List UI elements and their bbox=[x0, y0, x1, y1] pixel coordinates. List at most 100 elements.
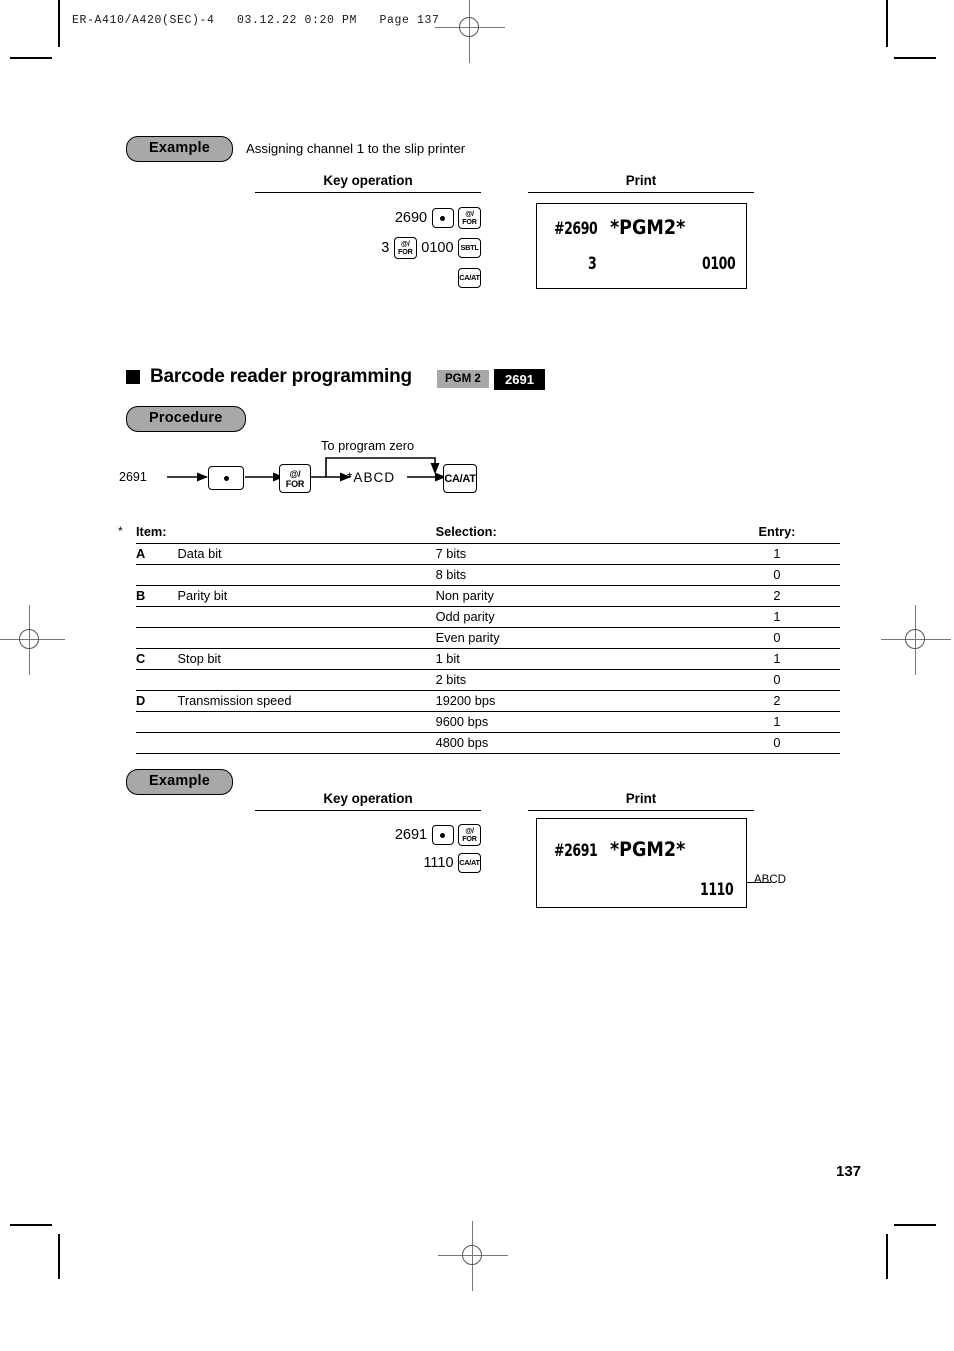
flow-start-code: 2691 bbox=[119, 470, 147, 484]
row-item: Parity bit bbox=[177, 588, 228, 603]
example2-receipt-code: #2691 bbox=[554, 841, 598, 861]
row-entry: 0 bbox=[773, 735, 781, 750]
selection-table: Item: Selection: Entry: A Data bit 7 bit… bbox=[136, 522, 840, 754]
section-title: Barcode reader programming bbox=[150, 366, 412, 387]
registration-mark-bottom bbox=[438, 1221, 508, 1291]
procedure-flow-diagram: To program zero 2691 @/FOR *ABCD CA/AT bbox=[115, 436, 495, 502]
at-for-key-icon[interactable]: @/FOR bbox=[393, 237, 417, 260]
example1-receipt-value-left: 3 bbox=[588, 254, 597, 274]
ca-at-key-icon[interactable]: CA/AT bbox=[458, 268, 481, 289]
sbtl-key-icon[interactable]: SBTL bbox=[458, 238, 481, 259]
example1-print-header: Print bbox=[528, 173, 754, 193]
row-selection: 1 bit bbox=[435, 651, 460, 666]
badge-program-code: 2691 bbox=[494, 369, 545, 390]
table-row: Even parity 0 bbox=[136, 628, 840, 649]
crop-mark-top-left-horizontal bbox=[10, 57, 52, 59]
badge-pgm2: PGM 2 bbox=[437, 370, 489, 388]
example2-entry-1110: 1110 bbox=[423, 855, 454, 872]
row-letter: C bbox=[136, 651, 146, 666]
row-selection: Odd parity bbox=[435, 609, 495, 624]
example1-print-receipt: #2690 *PGM2* 3 0100 bbox=[536, 203, 747, 289]
example2-entry-2691: 2691 bbox=[394, 827, 428, 843]
procedure-badge-label: Procedure bbox=[126, 406, 246, 432]
example2-key-row-1: 2691 @/FOR bbox=[255, 821, 481, 849]
row-selection: 8 bits bbox=[435, 567, 467, 582]
crop-mark-bottom-right-vertical bbox=[886, 1234, 888, 1279]
row-selection: 9600 bps bbox=[435, 714, 489, 729]
example2-key-operation-header: Key operation bbox=[255, 791, 481, 811]
row-entry: 0 bbox=[773, 567, 781, 582]
ca-at-key-label: CA/AT bbox=[444, 472, 476, 485]
example1-entry-0100: 0100 bbox=[421, 240, 454, 257]
table-header-item-spacer bbox=[178, 522, 432, 544]
table-row: B Parity bit Non parity 2 bbox=[136, 586, 840, 607]
row-item bbox=[178, 607, 432, 628]
table-row: A Data bit 7 bits 1 bbox=[136, 544, 840, 565]
row-item bbox=[178, 565, 432, 586]
example2-receipt-value: 1110 bbox=[700, 880, 734, 900]
row-letter bbox=[136, 670, 178, 691]
table-header-entry: Entry: bbox=[758, 524, 796, 539]
at-for-key-icon[interactable]: @/FOR bbox=[458, 824, 481, 846]
row-selection: 2 bits bbox=[435, 672, 467, 687]
table-row: 9600 bps 1 bbox=[136, 712, 840, 733]
example1-badge-label: Example bbox=[126, 136, 234, 162]
row-selection: 4800 bps bbox=[435, 735, 489, 750]
document-page: ER-A410/A420(SEC)-4 03.12.22 0:20 PM Pag… bbox=[0, 0, 954, 1351]
section-bullet-icon bbox=[126, 370, 140, 384]
table-row: 2 bits 0 bbox=[136, 670, 840, 691]
example2-print-header: Print bbox=[528, 791, 754, 811]
example1-key-operation-header: Key operation bbox=[255, 173, 481, 193]
ca-at-key-icon[interactable]: CA/AT bbox=[443, 464, 477, 493]
example2-badge-label: Example bbox=[126, 769, 234, 795]
table-row: 8 bits 0 bbox=[136, 565, 840, 586]
row-entry: 1 bbox=[773, 546, 781, 561]
row-entry: 2 bbox=[773, 693, 781, 708]
row-letter bbox=[136, 565, 178, 586]
row-letter bbox=[136, 712, 178, 733]
crop-mark-bottom-left-horizontal bbox=[10, 1224, 52, 1226]
row-entry: 1 bbox=[773, 651, 781, 666]
flow-entry-abcd: *ABCD bbox=[347, 470, 396, 485]
table-row: Odd parity 1 bbox=[136, 607, 840, 628]
example1-receipt-code: #2690 bbox=[554, 219, 598, 239]
row-entry: 1 bbox=[773, 714, 781, 729]
crop-mark-top-left-vertical bbox=[58, 0, 60, 47]
example1-key-sequence: 2690 @/FOR 3 @/FOR 0100 SBTL CA/AT bbox=[255, 203, 481, 293]
example1-caption: Assigning channel 1 to the slip printer bbox=[246, 141, 466, 156]
page-header-slug: ER-A410/A420(SEC)-4 03.12.22 0:20 PM Pag… bbox=[72, 14, 440, 27]
row-selection: 7 bits bbox=[435, 546, 467, 561]
example2-receipt-mode: *PGM2* bbox=[610, 838, 686, 861]
row-item bbox=[178, 670, 432, 691]
table-row: D Transmission speed 19200 bps 2 bbox=[136, 691, 840, 712]
table-header-selection: Selection: bbox=[435, 524, 497, 539]
table-header-item: Item: bbox=[136, 524, 167, 539]
example1-key-row-2: 3 @/FOR 0100 SBTL bbox=[255, 233, 481, 263]
row-selection: Even parity bbox=[435, 630, 500, 645]
ca-at-key-icon[interactable]: CA/AT bbox=[458, 853, 481, 874]
example2-badge: Example bbox=[126, 769, 234, 795]
example1-receipt-value-right: 0100 bbox=[702, 254, 736, 274]
dot-key-icon[interactable] bbox=[431, 208, 454, 228]
row-letter: D bbox=[136, 693, 146, 708]
abcd-callout-label: ABCD bbox=[754, 874, 786, 886]
dot-key-icon[interactable] bbox=[431, 825, 454, 845]
page-number: 137 bbox=[836, 1163, 862, 1180]
crop-mark-top-right-horizontal bbox=[894, 57, 936, 59]
at-for-key-icon[interactable]: @/FOR bbox=[279, 464, 311, 493]
dot-key-icon[interactable] bbox=[208, 466, 244, 490]
table-row: C Stop bit 1 bit 1 bbox=[136, 649, 840, 670]
row-letter: B bbox=[136, 588, 146, 603]
row-item: Data bit bbox=[177, 546, 222, 561]
row-letter bbox=[136, 607, 178, 628]
example1-key-row-1: 2690 @/FOR bbox=[255, 203, 481, 233]
row-item bbox=[178, 712, 432, 733]
row-item bbox=[178, 733, 432, 754]
crop-mark-bottom-right-horizontal bbox=[894, 1224, 936, 1226]
row-entry: 1 bbox=[773, 609, 781, 624]
example2-key-row-2: 1110 CA/AT bbox=[255, 849, 481, 877]
example1-receipt-mode: *PGM2* bbox=[610, 216, 686, 239]
at-for-key-icon[interactable]: @/FOR bbox=[458, 207, 481, 229]
row-letter: A bbox=[136, 546, 146, 561]
table-footnote-mark: * bbox=[118, 524, 123, 538]
